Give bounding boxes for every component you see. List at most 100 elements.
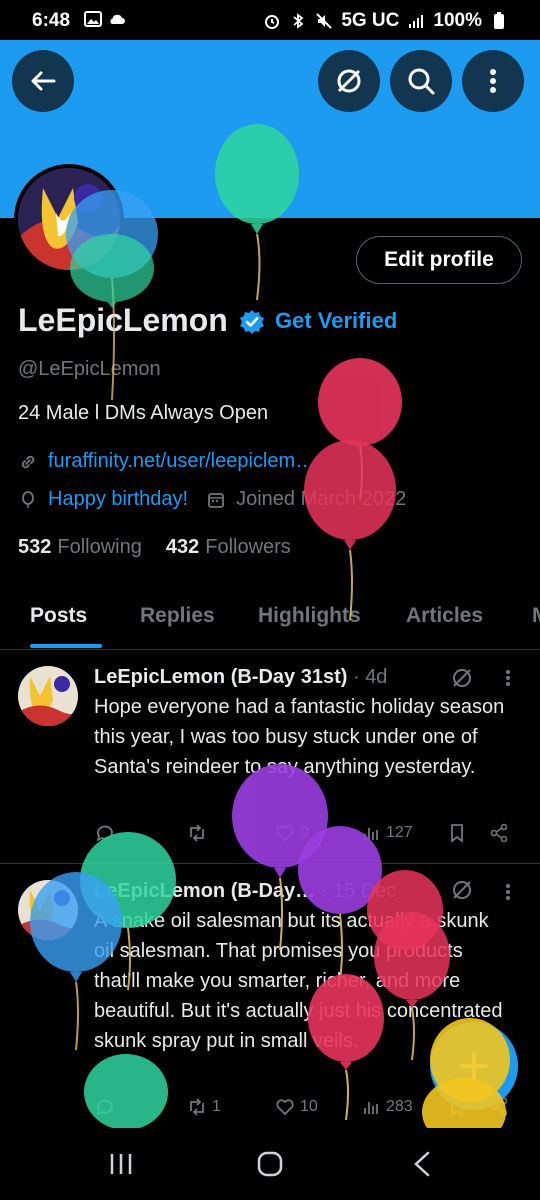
status-time: 6:48 — [32, 10, 71, 31]
views-button[interactable]: 127 — [360, 822, 413, 844]
signal-icon — [409, 15, 424, 28]
grok-icon[interactable] — [450, 666, 474, 690]
profile-name: LeEpicLemon — [18, 302, 228, 338]
more-options-button[interactable] — [462, 50, 524, 112]
retweet-icon — [190, 824, 204, 842]
tweet-separator: · — [352, 666, 360, 688]
tweet-time[interactable]: 4d — [365, 666, 387, 688]
more-vertical-icon[interactable] — [498, 668, 518, 688]
tab-replies[interactable]: Replies — [140, 604, 215, 628]
share-icon — [490, 823, 508, 843]
profile-website-link[interactable]: furaffinity.net/user/leepiclem… — [48, 450, 315, 473]
followers-label: Followers — [205, 536, 291, 558]
profile-tabs: Posts Replies Highlights Articles M — [0, 588, 540, 650]
grok-icon[interactable] — [450, 878, 474, 902]
status-left-icons — [84, 10, 126, 28]
battery-label: 100% — [433, 10, 482, 31]
more-vertical-icon[interactable] — [498, 882, 518, 902]
tab-media[interactable]: M — [532, 604, 540, 628]
following-link[interactable]: 532 Following — [18, 536, 142, 559]
followers-count: 432 — [165, 536, 200, 558]
more-vertical-icon — [490, 69, 496, 93]
following-count: 532 — [18, 536, 52, 558]
battery-icon — [494, 12, 504, 29]
link-icon — [21, 455, 35, 468]
edit-profile-button[interactable]: Edit profile — [356, 236, 522, 284]
profile-meta-row: Happy birthday! Joined March 2022 — [18, 488, 406, 511]
reply-button[interactable] — [94, 1096, 116, 1118]
reply-icon — [96, 1099, 113, 1116]
followers-link[interactable]: 432 Followers — [166, 536, 291, 559]
avatar-image — [18, 880, 78, 940]
grok-button[interactable] — [318, 50, 380, 112]
view-count: 283 — [386, 1098, 413, 1115]
retweet-button[interactable] — [186, 822, 208, 844]
bookmark-icon — [451, 824, 463, 843]
status-bar: 6:48 5G UC 100% — [0, 0, 540, 40]
retweet-button[interactable]: 1 — [186, 1096, 221, 1118]
like-count: 10 — [300, 1098, 318, 1115]
birthday-link[interactable]: Happy birthday! — [48, 488, 188, 511]
search-icon — [408, 68, 435, 95]
reply-button[interactable] — [94, 822, 116, 844]
like-count: 9 — [300, 824, 309, 841]
mute-icon — [316, 13, 333, 29]
view-count: 127 — [386, 824, 413, 841]
calendar-icon — [208, 492, 224, 508]
tab-highlights[interactable]: Highlights — [258, 604, 361, 628]
tab-posts[interactable]: Posts — [30, 604, 87, 628]
like-button[interactable]: 9 — [274, 822, 309, 844]
follow-stats: 532 Following 432 Followers — [18, 536, 291, 559]
like-button[interactable]: 10 — [274, 1096, 318, 1118]
following-label: Following — [57, 536, 142, 558]
tweet-avatar[interactable] — [18, 666, 78, 726]
heart-icon — [276, 825, 294, 842]
bookmark-button[interactable] — [446, 822, 468, 844]
share-button[interactable] — [488, 822, 510, 844]
profile-bio: 24 Male l DMs Always Open — [18, 402, 269, 424]
tweet-avatar[interactable] — [18, 880, 78, 940]
views-icon — [364, 828, 378, 840]
compose-post-button[interactable] — [430, 1022, 518, 1110]
gallery-icon — [84, 11, 102, 27]
alarm-icon — [265, 15, 280, 29]
tweet-time[interactable]: 15 Dec — [333, 880, 396, 902]
tweet-header: LeEpicLemon (B-Day 31st) · 4d — [94, 666, 387, 689]
tweet-author[interactable]: LeEpicLemon (B-Day… — [94, 880, 315, 902]
views-button[interactable]: 283 — [360, 1096, 413, 1118]
balloon-icon — [22, 490, 34, 508]
back-button[interactable] — [12, 50, 74, 112]
profile-link-row: furaffinity.net/user/leepiclem… — [18, 450, 315, 473]
profile-handle: @LeEpicLemon — [18, 358, 161, 380]
back-nav-icon[interactable] — [410, 1150, 434, 1178]
active-tab-indicator — [30, 644, 102, 648]
grok-icon — [337, 69, 361, 93]
tweet-header: LeEpicLemon (B-Day… · 15 Dec — [94, 880, 396, 903]
heart-icon — [276, 1099, 294, 1116]
joined-date: Joined March 2022 — [236, 488, 407, 510]
system-nav-bar — [0, 1128, 540, 1200]
home-icon[interactable] — [256, 1150, 284, 1178]
status-right: 5G UC 100% — [263, 10, 508, 32]
tweet-separator: · — [320, 880, 328, 902]
balloon-red-icon — [318, 358, 402, 501]
profile-avatar[interactable] — [14, 164, 124, 274]
bluetooth-icon — [293, 13, 304, 29]
views-icon — [364, 1102, 378, 1114]
tweet-item[interactable]: LeEpicLemon (B-Day 31st) · 4d Hope every… — [0, 650, 540, 864]
avatar-image — [18, 666, 78, 726]
tab-articles[interactable]: Articles — [406, 604, 483, 628]
recent-apps-icon[interactable] — [108, 1152, 134, 1176]
retweet-count: 1 — [212, 1098, 221, 1115]
get-verified-link[interactable]: Get Verified — [275, 308, 397, 334]
search-button[interactable] — [390, 50, 452, 112]
reply-icon — [96, 825, 113, 842]
network-label: 5G UC — [341, 10, 400, 31]
tweet-text: Hope everyone had a fantastic holiday se… — [94, 696, 505, 778]
retweet-icon — [190, 1098, 204, 1116]
tweet-author[interactable]: LeEpicLemon (B-Day 31st) — [94, 666, 347, 688]
arrow-left-icon — [31, 71, 56, 91]
avatar-image — [18, 168, 120, 270]
tweet-actions: 9 127 — [94, 822, 524, 852]
verified-badge-icon — [240, 310, 264, 334]
